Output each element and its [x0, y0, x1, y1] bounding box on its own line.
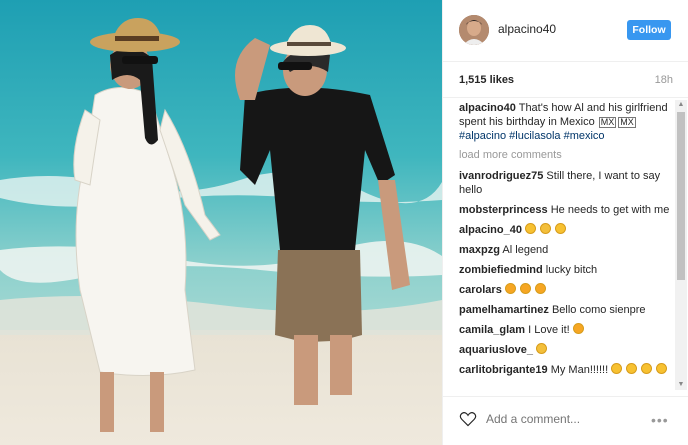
comment-item: carolars: [459, 283, 671, 297]
comment-text: Al legend: [502, 244, 549, 256]
comment-username[interactable]: carolars: [459, 284, 502, 296]
flag-mx-left-icon: MX: [598, 117, 617, 128]
comment-item: alpacino_40: [459, 223, 671, 237]
follow-button[interactable]: Follow: [627, 20, 671, 40]
comment-username[interactable]: camila_glam: [459, 324, 525, 336]
comment-text: I Love it!: [528, 324, 570, 336]
comment-username[interactable]: carlitobrigante19: [459, 364, 548, 376]
disappointed-emoji-icon: [536, 343, 548, 354]
scroll-down-arrow-icon[interactable]: ▼: [677, 381, 685, 389]
comment-item: zombiefiedmind lucky bitch: [459, 263, 671, 277]
grin-emoji-icon: [525, 223, 537, 234]
sunglasses-emoji-icon: [626, 363, 638, 374]
tears-emoji-icon: [540, 223, 552, 234]
grin-emoji-icon: [656, 363, 668, 374]
sunglasses-emoji-icon: [641, 363, 653, 374]
caption-username[interactable]: alpacino40: [459, 102, 516, 114]
comment-text: lucky bitch: [545, 264, 598, 276]
scroll-up-arrow-icon[interactable]: ▲: [677, 101, 685, 109]
post-panel: alpacino40 Follow 1,515 likes 18h alpaci…: [442, 0, 688, 445]
comments-scrollbar[interactable]: ▲ ▼: [675, 100, 687, 390]
comment-item: aquariuslove_: [459, 343, 671, 357]
comment-footer: •••: [443, 396, 688, 445]
heart-eyes-emoji-icon: [504, 283, 516, 294]
avatar-image: [459, 15, 489, 45]
add-comment-input[interactable]: [486, 412, 636, 426]
post-author-username[interactable]: alpacino40: [498, 22, 556, 36]
beach-photo-illustration: [0, 0, 442, 445]
comment-username[interactable]: mobsterprincess: [459, 204, 548, 216]
comment-username[interactable]: pamelhamartinez: [459, 304, 549, 316]
comment-username[interactable]: maxpzg: [459, 244, 500, 256]
comment-username[interactable]: ivanrodriguez75: [459, 170, 543, 182]
flag-mx-right-icon: MX: [618, 117, 636, 128]
caption: alpacino40 That's how Al and his girlfri…: [459, 101, 671, 143]
sunglasses-emoji-icon: [555, 223, 567, 234]
comment-item: carlitobrigante19 My Man!!!!!!: [459, 363, 671, 377]
post-header: alpacino40 Follow: [443, 0, 688, 62]
post-photo[interactable]: [0, 0, 442, 445]
sunglasses-emoji-icon: [611, 363, 623, 374]
comment-username[interactable]: alpacino_40: [459, 224, 522, 236]
comment-item: pamelhamartinez Bello como sienpre: [459, 303, 671, 317]
scrollbar-thumb[interactable]: [677, 112, 685, 280]
comment-text: He needs to get with me: [550, 204, 670, 216]
heart-eyes-emoji-icon: [572, 323, 584, 334]
likes-count[interactable]: 1,515 likes: [459, 74, 514, 86]
comment-item: camila_glam I Love it!: [459, 323, 671, 337]
heart-eyes-emoji-icon: [519, 283, 531, 294]
comment-item: mobsterprincess He needs to get with me: [459, 203, 671, 217]
comment-username[interactable]: zombiefiedmind: [459, 264, 543, 276]
post-timestamp[interactable]: 18h: [655, 74, 673, 86]
heart-icon[interactable]: [459, 411, 477, 427]
avatar[interactable]: [459, 15, 489, 45]
load-more-comments[interactable]: load more comments: [459, 149, 671, 161]
comments-list: alpacino40 That's how Al and his girlfri…: [459, 101, 671, 390]
comment-text: My Man!!!!!!: [550, 364, 609, 376]
post-stats: 1,515 likes 18h: [443, 62, 688, 98]
caption-hashtags[interactable]: #alpacino #lucilasola #mexico: [459, 130, 605, 142]
heart-eyes-emoji-icon: [535, 283, 546, 294]
comment-item: ivanrodriguez75 Still there, I want to s…: [459, 169, 671, 197]
comment-username[interactable]: aquariuslove_: [459, 344, 533, 356]
more-options-icon[interactable]: •••: [651, 412, 669, 428]
comment-item: maxpzg Al legend: [459, 243, 671, 257]
comment-text: Bello como sienpre: [551, 304, 646, 316]
